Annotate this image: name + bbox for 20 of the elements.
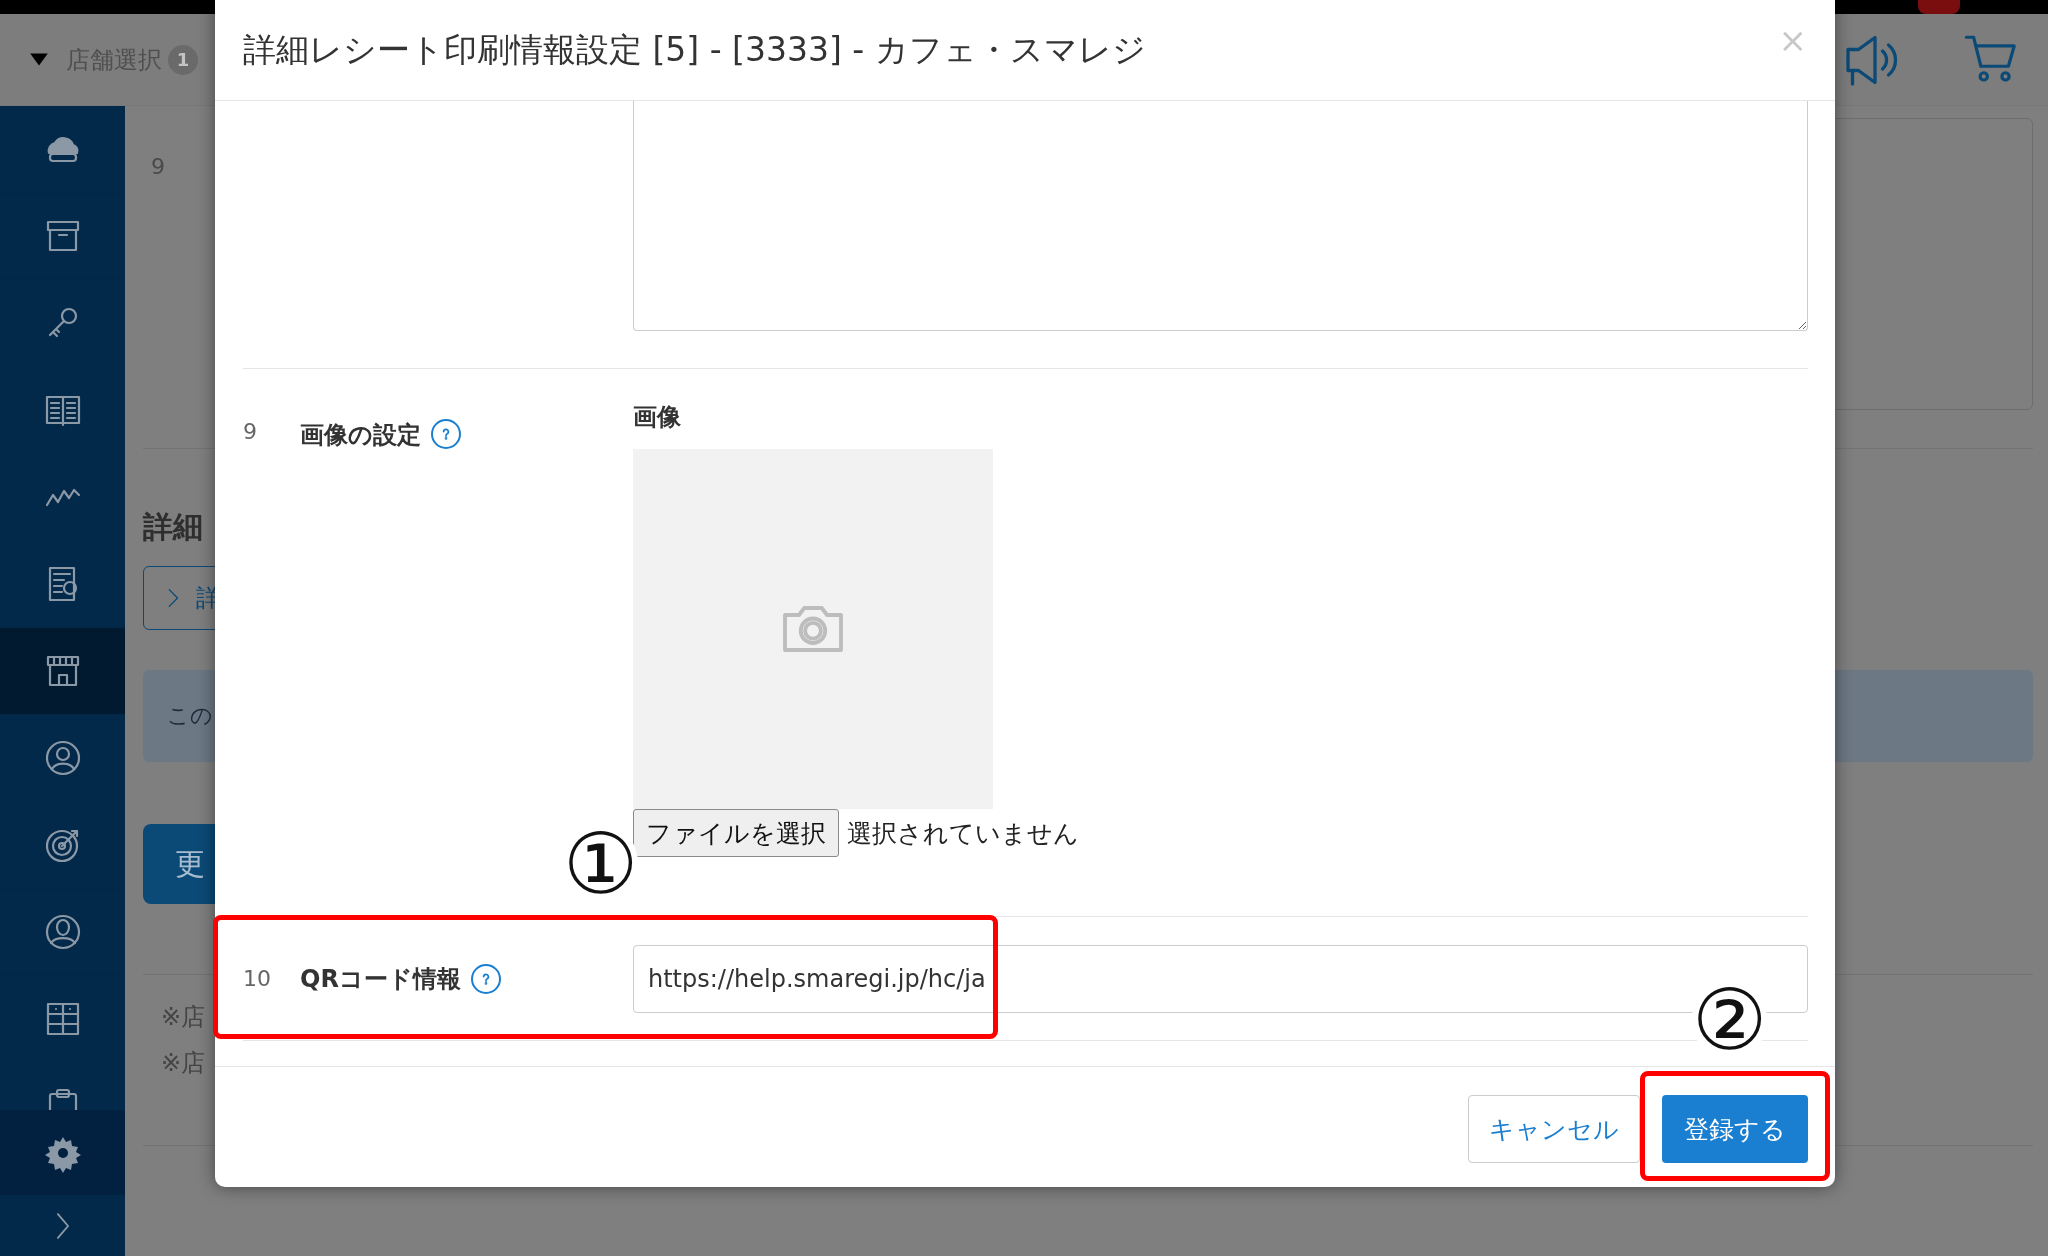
field-label: 画像の設定 (300, 420, 421, 451)
field-label: 画像 (633, 402, 682, 433)
cancel-button[interactable]: キャンセル (1468, 1095, 1640, 1163)
section-heading: 詳細 (143, 508, 204, 546)
settings-button[interactable] (0, 1110, 125, 1195)
sidebar-item[interactable] (0, 628, 125, 715)
note-text: ※店 (161, 1002, 206, 1033)
count-badge: 1 (168, 44, 198, 75)
note-text: ※店 (161, 1048, 206, 1079)
choose-file-button[interactable]: ファイルを選択 (633, 809, 839, 857)
help-icon[interactable] (470, 963, 501, 994)
submit-button[interactable]: 登録する (1662, 1095, 1808, 1163)
notification-badge (1918, 0, 1960, 14)
notice-text: この (167, 702, 213, 730)
row-number: 9 (243, 419, 258, 446)
help-icon[interactable] (431, 419, 461, 449)
row-number: 10 (243, 966, 272, 991)
field-label: QRコード情報 (300, 963, 461, 995)
file-status: 選択されていません (847, 817, 1079, 850)
dialog-title: 詳細レシート印刷情報設定 [5] - [3333] - カフェ・スマレジ (243, 28, 1146, 71)
